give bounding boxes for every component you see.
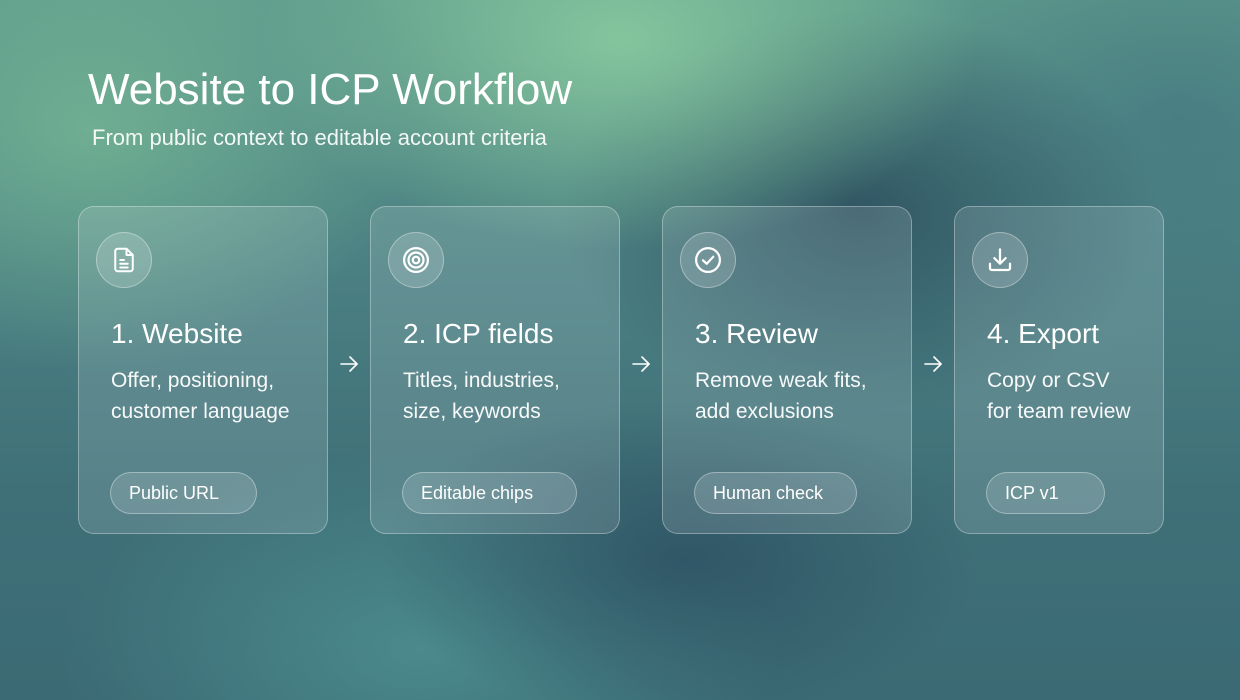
step-title: 2. ICP fields [403, 318, 554, 349]
step-chip: Public URL [110, 472, 257, 514]
arrow-right-icon [630, 354, 652, 374]
step-description-line: Titles, industries, [403, 369, 560, 392]
download-icon [972, 232, 1028, 288]
step-description-line: Remove weak fits, [695, 369, 867, 392]
step-title: 3. Review [695, 318, 818, 349]
step-title: 4. Export [987, 318, 1100, 349]
step-chip: ICP v1 [986, 472, 1105, 514]
check-circle-icon [680, 232, 736, 288]
page-subtitle: From public context to editable account … [92, 125, 547, 150]
step-description: Remove weak fits, add exclusions [695, 365, 867, 427]
arrow-right-icon [922, 354, 944, 374]
page-title: Website to ICP Workflow [88, 65, 573, 114]
step-description: Offer, positioning, customer language [111, 365, 290, 427]
step-description-line: size, keywords [403, 400, 541, 423]
target-icon [388, 232, 444, 288]
step-card-export: 4. Export Copy or CSV for team review IC… [954, 206, 1164, 534]
step-card-icp-fields: 2. ICP fields Titles, industries, size, … [370, 206, 620, 534]
step-description-line: customer language [111, 400, 290, 423]
step-chip: Editable chips [402, 472, 577, 514]
step-description-line: Copy or CSV [987, 369, 1110, 392]
step-chip: Human check [694, 472, 857, 514]
arrow-right-icon [338, 354, 360, 374]
step-card-website: 1. Website Offer, positioning, customer … [78, 206, 328, 534]
step-description-line: add exclusions [695, 400, 834, 423]
document-icon [96, 232, 152, 288]
step-title: 1. Website [111, 318, 243, 349]
step-description: Titles, industries, size, keywords [403, 365, 560, 427]
step-card-review: 3. Review Remove weak fits, add exclusio… [662, 206, 912, 534]
step-description: Copy or CSV for team review [987, 365, 1131, 427]
step-description-line: Offer, positioning, [111, 369, 275, 392]
step-description-line: for team review [987, 400, 1131, 423]
